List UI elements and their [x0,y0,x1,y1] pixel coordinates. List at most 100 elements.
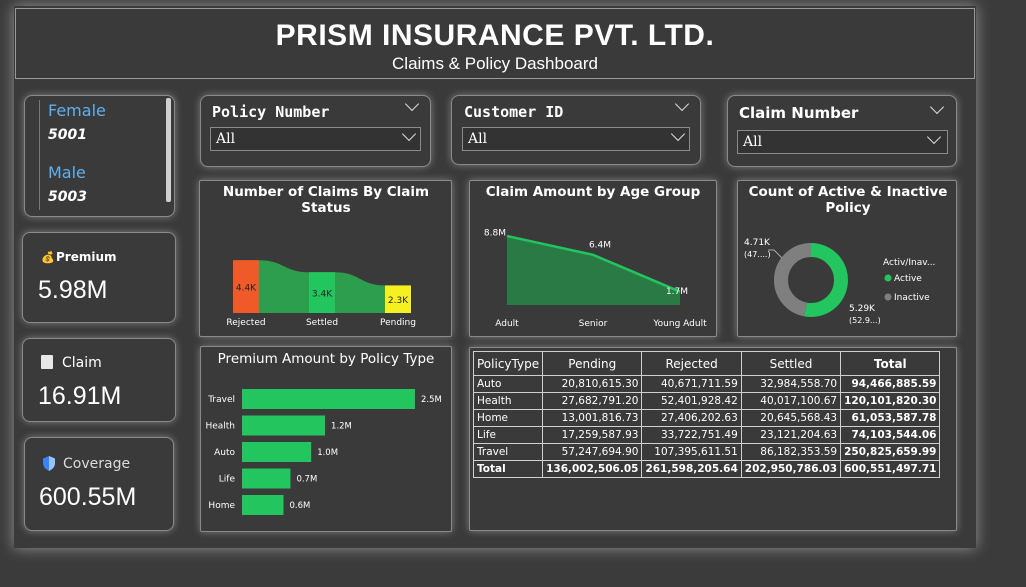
gender-item-female-value: 5001 [48,127,87,143]
coverage-label: Coverage [63,456,131,472]
active-inactive-title: Count of Active & Inactive Policy [748,184,948,216]
table-row: Home 13,001,816.73 27,406,202.63 20,645,568… [472,409,941,427]
slice-active [804,243,848,317]
data-label: 0.7M [296,475,317,485]
gender-item-female-label[interactable]: Female [48,101,106,120]
premium-value: 5.98M [38,276,108,304]
tick-label: Auto [214,448,235,458]
table-cell: 120,101,820.30 [840,392,941,410]
column-header[interactable]: Settled [740,351,842,376]
tick-label: Young Adult [652,319,707,329]
tick-label: Adult [495,319,519,329]
table-cell: 52,401,928.42 [641,392,742,410]
document-icon [41,355,53,369]
claim-number-dropdown[interactable]: All [737,130,948,154]
legend-marker [884,274,892,282]
dashboard-header: PRISM INSURANCE PVT. LTD. Claims & Polic… [15,8,975,79]
tick-label: Life [219,475,236,485]
column-header[interactable]: Total [840,351,941,376]
bar-life [242,468,291,489]
bar-home [242,495,284,515]
claims-by-status-title: Number of Claims By Claim Status [222,184,430,216]
tick-label: Home [208,501,235,511]
table-cell: 40,671,711.59 [641,375,742,393]
data-label: 4.4K [236,284,257,294]
shield-icon [43,456,55,471]
tick-label: Settled [306,318,338,328]
claim-value: 16.91M [38,382,122,410]
inactive-pct-label: (47....) [744,250,771,259]
table-cell: 20,810,615.30 [542,375,643,393]
table-cell: 202,950,786.03 [740,460,842,478]
data-label: 3.4K [312,290,333,300]
table-header-row: PolicyType Pending Rejected Settled Total [472,351,941,376]
column-header[interactable]: PolicyType [472,351,544,376]
legend-title: Activ/Inav... [883,258,935,268]
claim-number-label: Claim Number [739,104,859,122]
table-cell: Life [472,426,544,444]
inactive-value-label: 4.71K [744,238,771,248]
gender-scrollbar[interactable] [166,98,171,202]
table-cell: 61,053,587.78 [840,409,941,427]
table-cell: 74,103,544.06 [840,426,941,444]
table-row: Auto 20,810,615.30 40,671,711.59 32,984,558… [472,375,941,393]
table-cell: 600,551,497.71 [840,460,941,478]
tick-label: Pending [380,318,416,328]
active-pct-label: (52.9...) [849,316,881,325]
table-row: Travel 57,247,694.90 107,395,611.51 86,182,… [472,443,941,461]
table-cell: Auto [472,375,544,393]
claim-by-age-chart: 8.8M Adult 6.4M Senior 1.7M Young Adult [484,229,707,330]
active-inactive-chart: 5.29K (52.9...) 4.71K (47....) Activ/Inav...… [744,238,935,325]
table-cell: 23,121,204.63 [740,426,842,444]
customer-id-dropdown[interactable]: All [462,127,690,151]
table-cell: 20,645,568.43 [740,409,842,427]
claims-matrix-table: PolicyType Pending Rejected Settled Total Aut… [472,351,941,478]
column-header[interactable]: Pending [542,351,643,376]
data-label: 2.3K [388,296,409,306]
gender-item-male-label[interactable]: Male [48,163,86,182]
table-cell: 86,182,353.59 [740,443,842,461]
page-subtitle: Claims & Policy Dashboard [392,54,598,73]
legend-item: Inactive [894,293,930,303]
data-label: 1.2M [331,422,352,432]
slice-inactive [774,243,812,317]
bar-auto [242,442,312,462]
tick-label: Health [205,422,235,432]
table-cell: 107,395,611.51 [641,443,742,461]
policy-number-value: All [216,131,236,147]
table-cell: Home [472,409,544,427]
claims-by-status-chart: 4.4K Rejected 3.4K Settled 2.3K Pending [226,260,416,328]
policy-number-dropdown[interactable]: All [210,127,421,151]
column-header[interactable]: Rejected [641,351,742,376]
active-value-label: 5.29K [849,304,876,314]
legend-marker [884,293,892,301]
bar-travel [242,389,415,409]
table-total-row: Total 136,002,506.05 261,598,205.64 202,950… [472,460,941,478]
policy-number-label: Policy Number [212,103,330,121]
customer-id-value: All [468,131,488,147]
claim-by-age-title: Claim Amount by Age Group [485,184,701,200]
data-label: 0.6M [290,501,311,511]
data-label: 1.0M [317,448,338,458]
bar-health [242,415,326,436]
tick-label: Rejected [226,318,265,328]
table-cell: 27,682,791.20 [542,392,643,410]
customer-id-label: Customer ID [464,103,564,121]
table-cell: 33,722,751.49 [641,426,742,444]
premium-by-policy-title: Premium Amount by Policy Type [217,351,435,367]
tick-label: Travel [207,395,235,405]
gender-list-bar [39,100,40,210]
data-label: 1.7M [666,287,688,297]
table-cell: 261,598,205.64 [641,460,742,478]
premium-label: Premium [56,250,117,264]
table-cell: 94,466,885.59 [840,375,941,393]
claim-number-value: All [743,134,763,150]
legend-item: Active [894,274,922,284]
data-label: 8.8M [484,229,506,239]
table-row: Life 17,259,587.93 33,722,751.49 23,121,204… [472,426,941,444]
table-cell: 17,259,587.93 [542,426,643,444]
table-cell: 136,002,506.05 [542,460,643,478]
coverage-value: 600.55M [39,483,137,511]
data-label: 6.4M [589,240,611,250]
table-cell: Travel [472,443,544,461]
